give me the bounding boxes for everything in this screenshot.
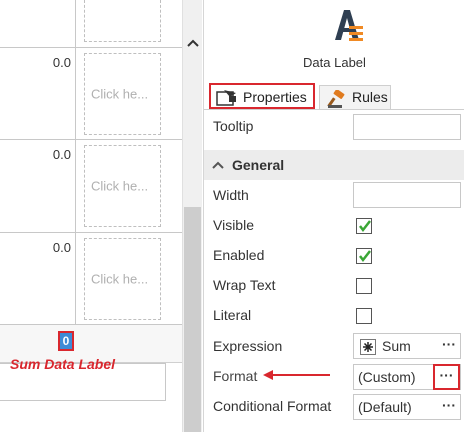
cell-divider bbox=[75, 140, 76, 232]
table-row bbox=[0, 0, 182, 48]
placeholder-cell[interactable]: Click he... bbox=[84, 145, 161, 227]
tab-properties[interactable]: Properties bbox=[209, 83, 315, 109]
placeholder-text: Click he... bbox=[91, 86, 149, 102]
vertical-scrollbar[interactable] bbox=[182, 0, 202, 432]
data-label-value[interactable]: 0.0 bbox=[0, 240, 71, 255]
conditional-format-label: Conditional Format bbox=[213, 398, 332, 414]
tab-label: Rules bbox=[352, 89, 388, 105]
expression-picker[interactable]: Sum ··· bbox=[353, 333, 461, 359]
properties-panel: Data Label Properties Rules Tooltip Gene… bbox=[203, 0, 464, 432]
sum-data-label[interactable]: 0 bbox=[58, 331, 74, 351]
ellipsis-button[interactable]: ··· bbox=[442, 397, 456, 413]
table-row: 0.0 Click he... bbox=[0, 233, 182, 325]
expression-value: Sum bbox=[382, 338, 411, 354]
visible-label: Visible bbox=[213, 217, 254, 233]
cell-divider bbox=[75, 0, 76, 47]
cell-divider bbox=[75, 48, 76, 139]
data-label-value[interactable]: 0.0 bbox=[0, 55, 71, 70]
placeholder-cell[interactable]: Click he... bbox=[84, 53, 161, 135]
scrollbar-thumb[interactable] bbox=[184, 207, 201, 432]
table-row: 0.0 Click he... bbox=[0, 48, 182, 140]
cell-divider bbox=[75, 233, 76, 324]
checkmark-icon bbox=[359, 220, 371, 233]
enabled-checkbox[interactable] bbox=[356, 248, 372, 264]
checkmark-icon bbox=[359, 250, 371, 263]
expression-icon bbox=[360, 339, 376, 355]
enabled-label: Enabled bbox=[213, 247, 265, 263]
data-label-icon bbox=[335, 10, 363, 41]
chevron-up-icon bbox=[212, 161, 224, 169]
placeholder-text: Click he... bbox=[91, 271, 149, 287]
section-title: General bbox=[232, 157, 285, 173]
designer-canvas: 0.0 Click he... 0.0 Click he... 0.0 Clic… bbox=[0, 0, 182, 432]
tooltip-input[interactable] bbox=[353, 114, 461, 140]
expression-label: Expression bbox=[213, 338, 283, 354]
panel-title: Data Label bbox=[303, 55, 366, 70]
literal-checkbox[interactable] bbox=[356, 308, 372, 324]
sum-data-label-caption: Sum Data Label bbox=[10, 356, 116, 372]
format-label: Format bbox=[213, 368, 258, 384]
wrap-text-label: Wrap Text bbox=[213, 277, 276, 293]
arrow-left-icon bbox=[263, 370, 330, 380]
visible-checkbox[interactable] bbox=[356, 218, 372, 234]
width-label: Width bbox=[213, 187, 249, 203]
width-input[interactable] bbox=[353, 182, 461, 208]
chevron-up-icon[interactable] bbox=[186, 36, 200, 50]
ellipsis-button[interactable]: ··· bbox=[442, 336, 456, 352]
gavel-icon bbox=[327, 90, 345, 108]
section-general-header[interactable]: General bbox=[204, 150, 464, 180]
format-picker[interactable]: (Custom) ··· bbox=[353, 364, 461, 390]
data-label-value[interactable]: 0.0 bbox=[0, 147, 71, 162]
format-value: (Custom) bbox=[358, 369, 416, 385]
conditional-format-picker[interactable]: (Default) ··· bbox=[353, 394, 461, 420]
conditional-format-value: (Default) bbox=[358, 399, 412, 415]
literal-label: Literal bbox=[213, 307, 252, 323]
tooltip-label: Tooltip bbox=[213, 118, 254, 134]
tab-label: Properties bbox=[243, 89, 307, 105]
placeholder-cell[interactable] bbox=[84, 0, 161, 42]
properties-icon bbox=[216, 90, 236, 106]
wrap-text-checkbox[interactable] bbox=[356, 278, 372, 294]
placeholder-text: Click he... bbox=[91, 178, 149, 194]
tab-strip-border bbox=[204, 109, 464, 110]
format-ellipsis-button[interactable]: ··· bbox=[433, 364, 460, 390]
table-row: 0.0 Click he... bbox=[0, 140, 182, 233]
placeholder-cell[interactable]: Click he... bbox=[84, 238, 161, 320]
tab-rules[interactable]: Rules bbox=[319, 85, 391, 109]
